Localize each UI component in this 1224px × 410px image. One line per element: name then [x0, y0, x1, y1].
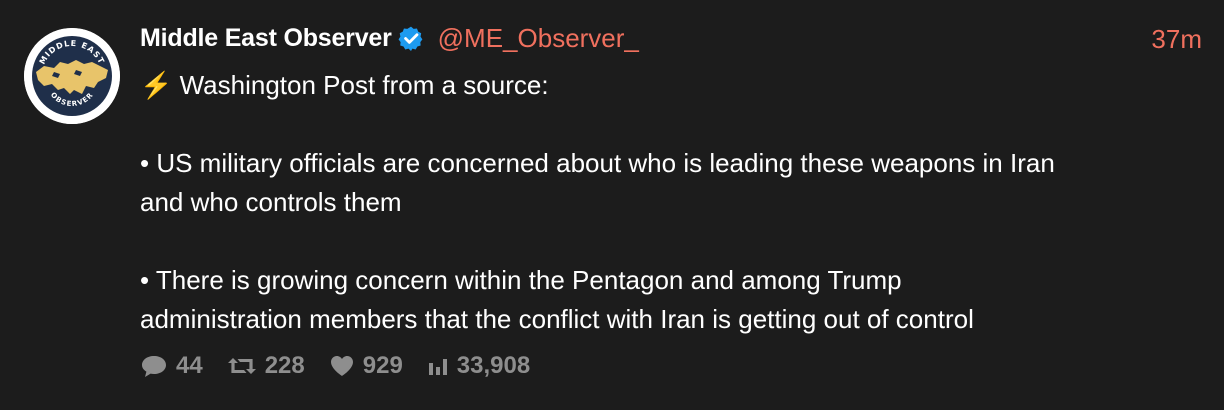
avatar[interactable]: MIDDLE EAST OBSERVER: [24, 28, 120, 124]
tweet-line: • US military officials are concerned ab…: [140, 148, 1055, 178]
like-button[interactable]: 929: [329, 352, 403, 380]
tweet-line: ⚡ Washington Post from a source:: [140, 70, 549, 100]
tweet-card[interactable]: MIDDLE EAST OBSERVER Middle East Observe…: [0, 0, 1224, 410]
like-count: 929: [362, 352, 403, 379]
heart-icon: [330, 356, 353, 376]
tweet-content: Middle East Observer @ME_Observer_ 37m ⚡…: [140, 18, 1204, 339]
view-count: 33,908: [456, 352, 531, 379]
reply-button[interactable]: 44: [140, 352, 203, 380]
tweet-text: ⚡ Washington Post from a source: • US mi…: [140, 66, 1204, 339]
tweet-line: administration members that the conflict…: [140, 304, 974, 334]
retweet-icon: [227, 358, 256, 374]
views-button[interactable]: 33,908: [427, 352, 530, 380]
verified-badge-icon: [398, 25, 424, 51]
engagement-stats: 44 228 929 33,908: [140, 352, 554, 380]
timestamp[interactable]: 37m: [1151, 24, 1202, 55]
middle-east-observer-logo: MIDDLE EAST OBSERVER: [24, 28, 120, 124]
reply-count: 44: [176, 352, 203, 379]
author-name[interactable]: Middle East Observer: [140, 24, 392, 53]
retweet-count: 228: [264, 352, 305, 379]
tweet-line: • There is growing concern within the Pe…: [140, 265, 902, 295]
retweet-button[interactable]: 228: [227, 352, 305, 380]
author-handle[interactable]: @ME_Observer_: [438, 23, 639, 54]
tweet-line: and who controls them: [140, 187, 402, 217]
bar-chart-icon: [428, 359, 447, 375]
tweet-header: Middle East Observer @ME_Observer_ 37m: [140, 18, 1204, 58]
comment-icon: [142, 356, 166, 377]
